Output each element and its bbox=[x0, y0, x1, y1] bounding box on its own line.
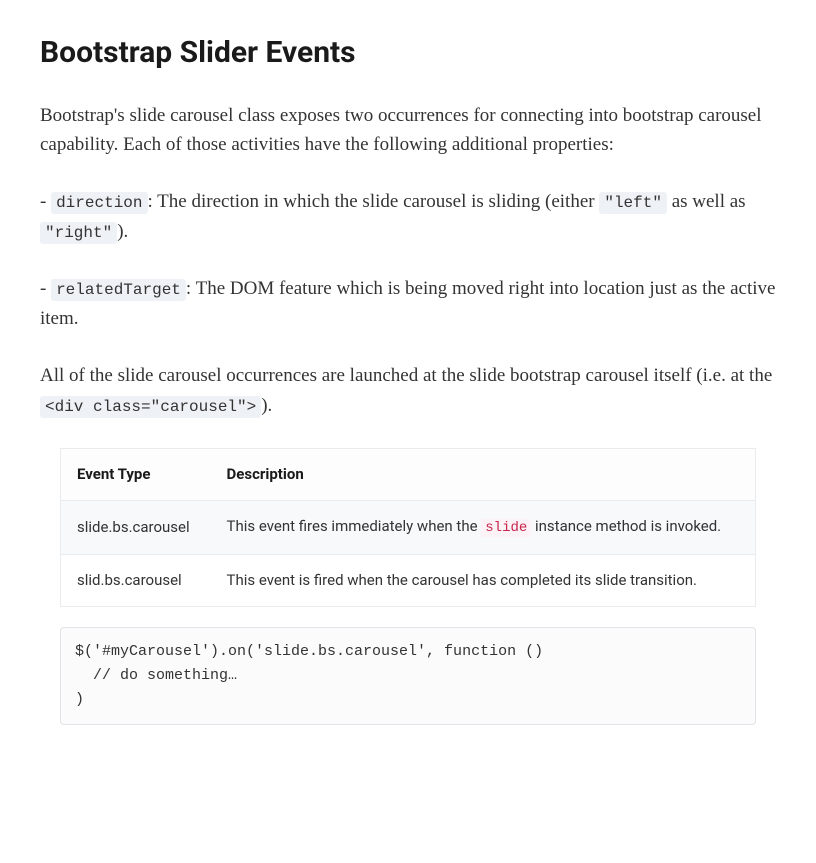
cell-event: slid.bs.carousel bbox=[61, 554, 211, 606]
launch-paragraph: All of the slide carousel occurrences ar… bbox=[40, 361, 776, 420]
bullet-prefix: - bbox=[40, 278, 51, 299]
code-token: "left" bbox=[599, 192, 667, 214]
cell-description: This event is fired when the carousel ha… bbox=[211, 554, 755, 606]
code-token: direction bbox=[51, 192, 147, 214]
col-event-type: Event Type bbox=[61, 449, 211, 501]
code-token: <div class="carousel"> bbox=[40, 396, 261, 418]
intro-paragraph: Bootstrap's slide carousel class exposes… bbox=[40, 101, 776, 160]
table-header-row: Event Type Description bbox=[61, 449, 755, 501]
page-title: Bootstrap Slider Events bbox=[40, 30, 776, 77]
col-description: Description bbox=[211, 449, 755, 501]
cell-description: This event fires immediately when the sl… bbox=[211, 501, 755, 555]
property-related-target: - relatedTarget: The DOM feature which i… bbox=[40, 274, 776, 333]
property-direction: - direction: The direction in which the … bbox=[40, 187, 776, 246]
bullet-text: ). bbox=[117, 221, 128, 242]
bullet-text: : The direction in which the slide carou… bbox=[148, 191, 600, 212]
code-token: "right" bbox=[40, 222, 117, 244]
code-token: slide bbox=[481, 519, 531, 537]
table-row: slide.bs.carousel This event fires immed… bbox=[61, 501, 755, 555]
table-row: slid.bs.carousel This event is fired whe… bbox=[61, 554, 755, 606]
code-token: relatedTarget bbox=[51, 279, 186, 301]
events-table: Event Type Description slide.bs.carousel… bbox=[60, 448, 756, 607]
bullet-text: as well as bbox=[667, 191, 746, 212]
cell-event: slide.bs.carousel bbox=[61, 501, 211, 555]
desc-text: instance method is invoked. bbox=[531, 517, 721, 535]
para-text: ). bbox=[261, 395, 272, 416]
bullet-prefix: - bbox=[40, 191, 51, 212]
code-example: $('#myCarousel').on('slide.bs.carousel',… bbox=[60, 627, 756, 725]
para-text: All of the slide carousel occurrences ar… bbox=[40, 365, 772, 386]
desc-text: This event fires immediately when the bbox=[227, 517, 482, 535]
